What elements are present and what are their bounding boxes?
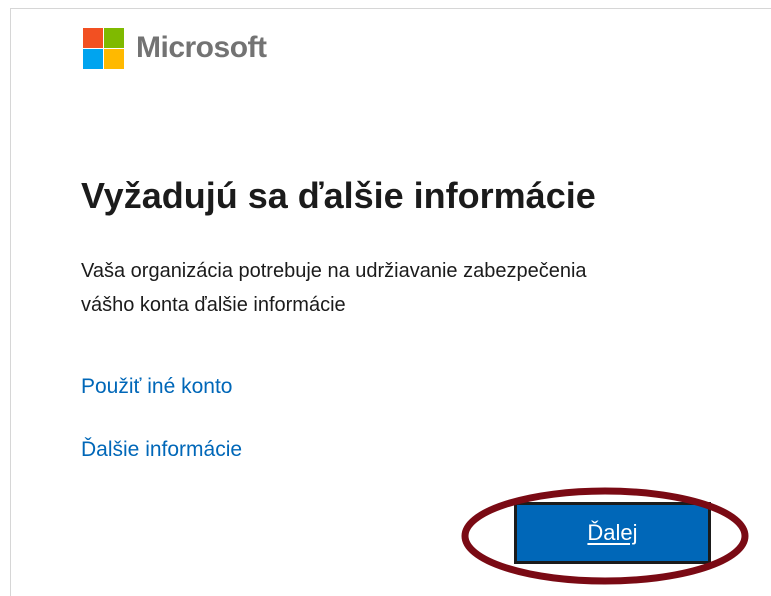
description-text: Vaša organizácia potrebuje na udržiavani… bbox=[81, 260, 587, 316]
microsoft-logo-icon bbox=[83, 27, 124, 69]
use-other-account-link[interactable]: Použiť iné konto bbox=[81, 375, 232, 399]
next-button[interactable]: Ďalej bbox=[514, 502, 711, 564]
signin-card: Microsoft Vyžadujú sa ďalšie informácie … bbox=[10, 8, 771, 596]
more-info-link[interactable]: Ďalšie informácie bbox=[81, 438, 242, 462]
logo-red-square bbox=[83, 27, 103, 48]
page-title: Vyžadujú sa ďalšie informácie bbox=[81, 175, 596, 216]
logo-text: Microsoft bbox=[136, 31, 267, 64]
logo-yellow-square bbox=[104, 48, 124, 69]
logo-green-square bbox=[104, 27, 124, 48]
microsoft-logo: Microsoft bbox=[83, 27, 267, 69]
logo-blue-square bbox=[83, 48, 103, 69]
